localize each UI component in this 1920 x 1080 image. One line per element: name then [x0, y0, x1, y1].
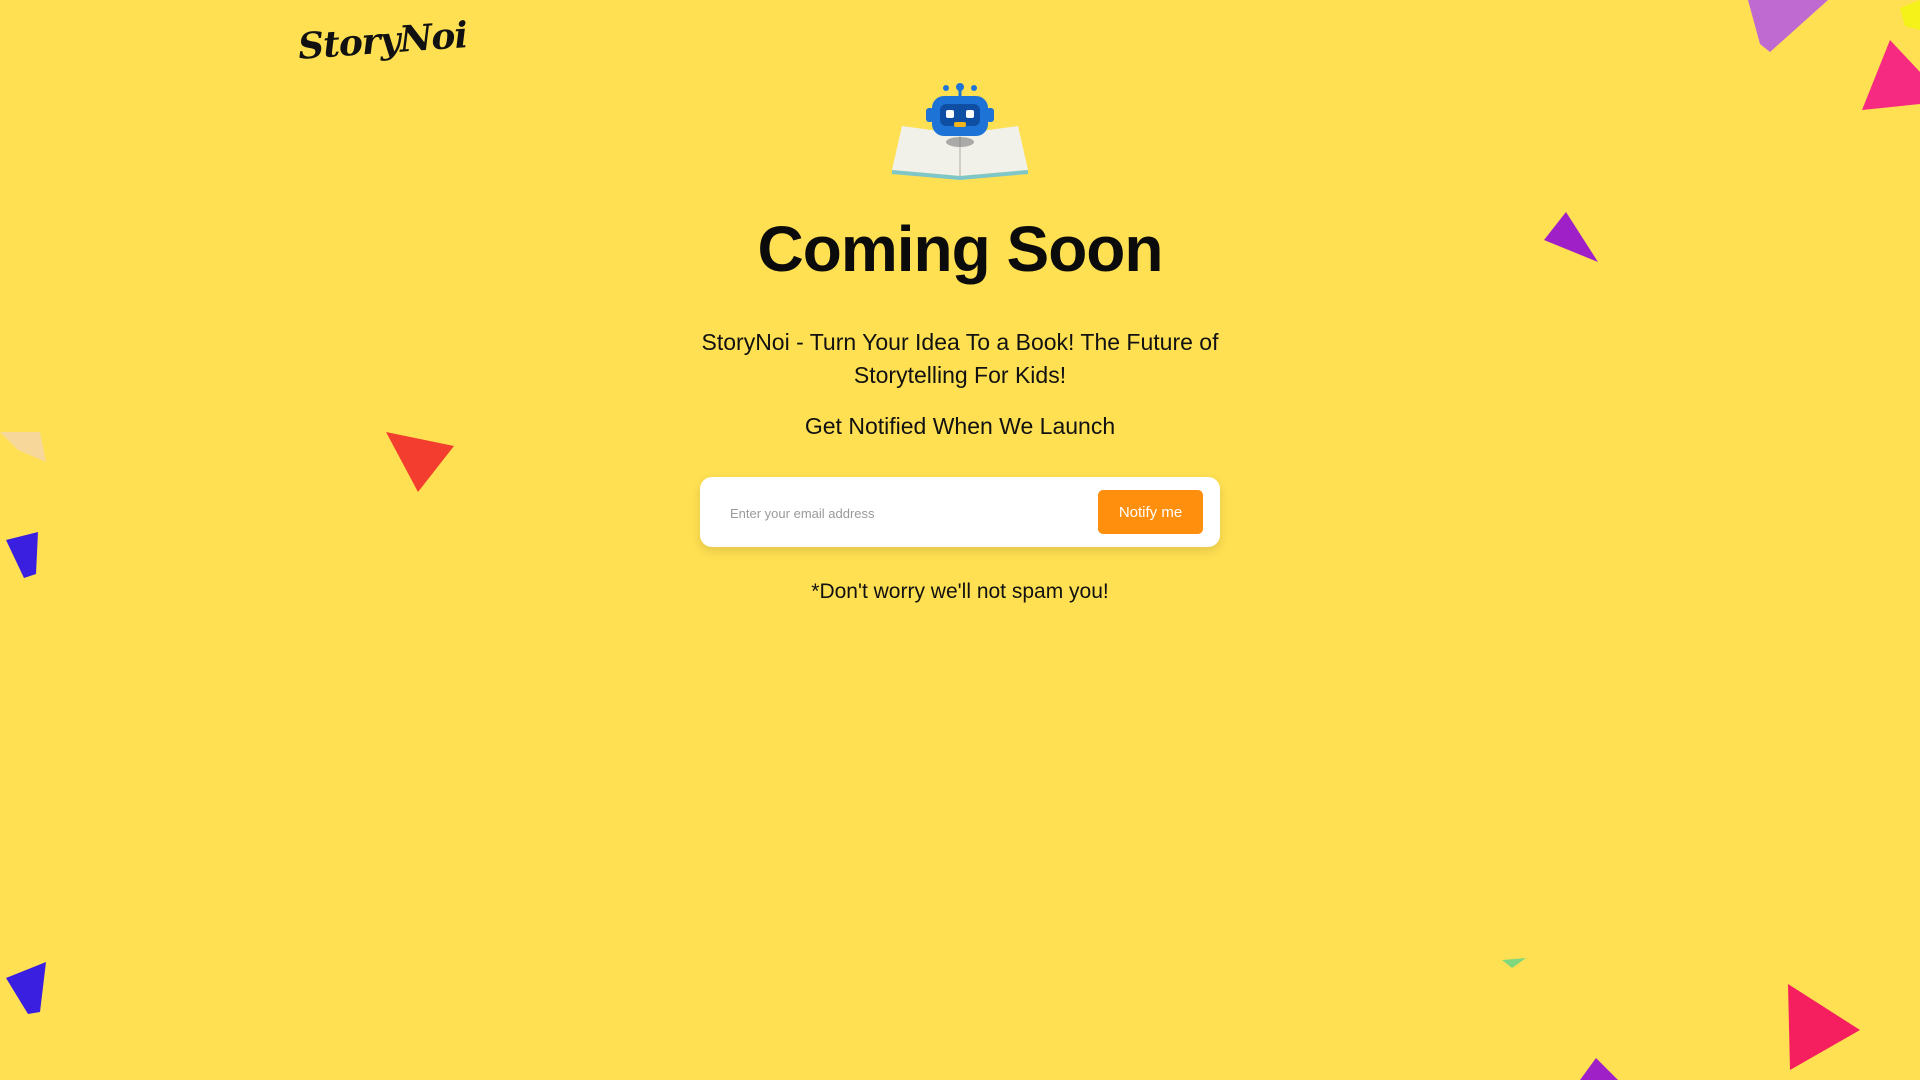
signup-form: Notify me: [700, 477, 1220, 547]
confetti-blue-bottom-left: [6, 962, 46, 1014]
spam-disclaimer: *Don't worry we'll not spam you!: [811, 580, 1109, 603]
confetti-pink-top: [1862, 40, 1920, 110]
confetti-blue-left: [6, 532, 38, 578]
confetti-yellow-top: [1900, 0, 1920, 30]
notify-me-button[interactable]: Notify me: [1098, 490, 1203, 534]
brand-logo[interactable]: StoryNoi: [297, 14, 469, 68]
notify-heading: Get Notified When We Launch: [804, 413, 1116, 439]
confetti-red-left: [386, 432, 454, 492]
confetti-green-bottom: [1502, 958, 1526, 968]
confetti-magenta-bottom-right: [1788, 984, 1860, 1070]
tagline: StoryNoi - Turn Your Idea To a Book! The…: [701, 329, 1219, 388]
robot-reading-book-icon: [892, 83, 1028, 180]
email-input[interactable]: [728, 495, 1072, 531]
confetti-purple-bottom: [1580, 1058, 1618, 1080]
confetti-purple-top: [1748, 0, 1828, 52]
page-title: Coming Soon: [757, 213, 1164, 285]
